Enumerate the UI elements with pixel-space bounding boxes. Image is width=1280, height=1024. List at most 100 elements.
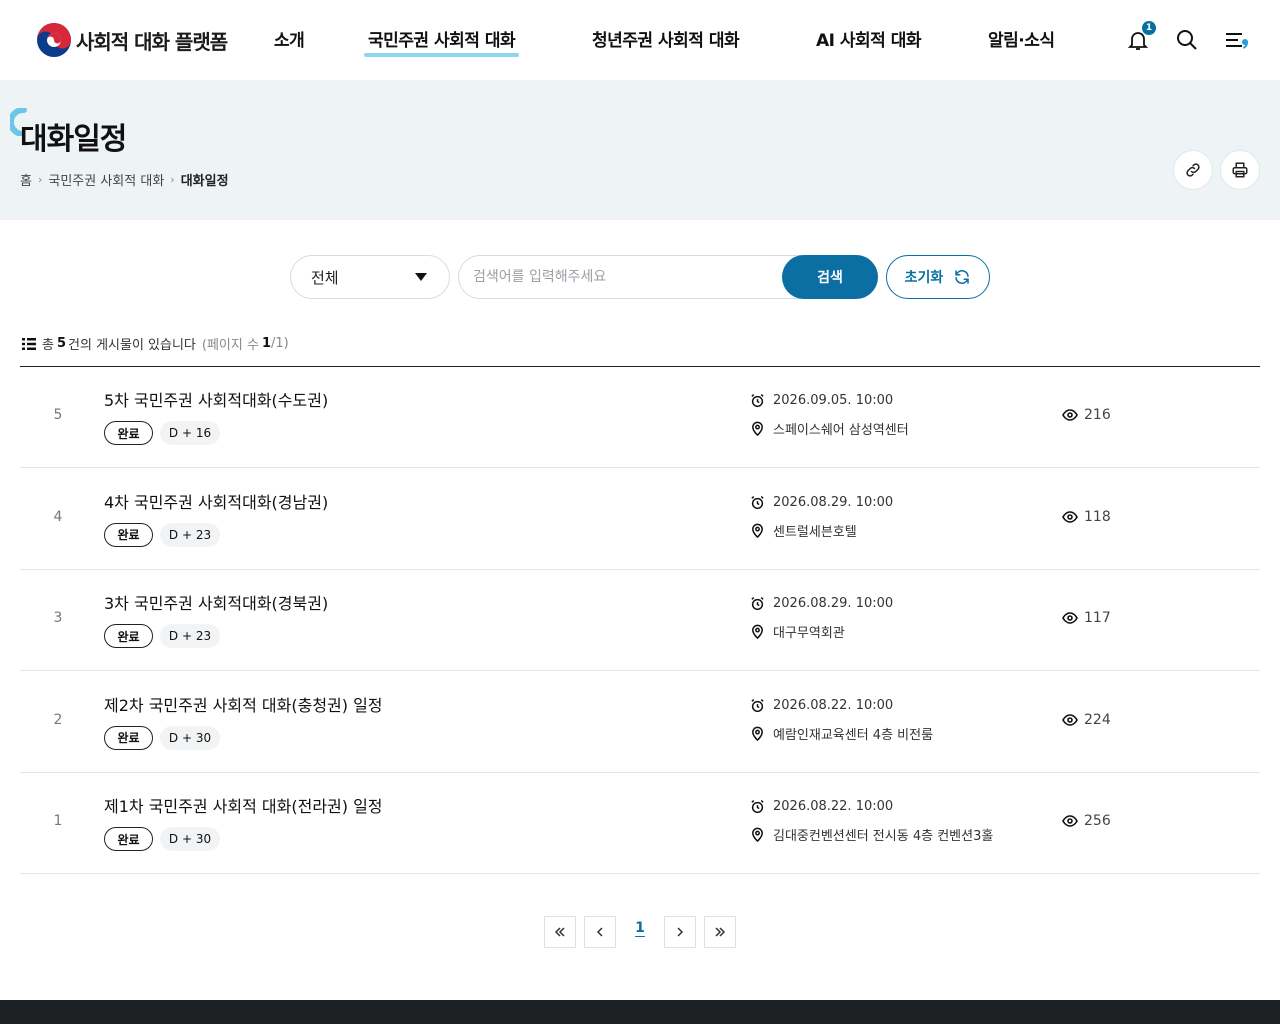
site-header: 사회적 대화 플랫폼 소개 국민주권 사회적 대화 청년주권 사회적 대화 AI… xyxy=(0,0,1280,80)
menu-icon xyxy=(1226,33,1248,49)
row-number: 3 xyxy=(53,610,63,626)
site-footer xyxy=(0,1000,1280,1024)
row-title-link[interactable]: 제1차 국민주권 사회적 대화(전라권) 일정 xyxy=(104,793,383,817)
eye-icon xyxy=(1062,612,1078,624)
first-page-button[interactable] xyxy=(544,916,576,948)
row-title-link[interactable]: 3차 국민주권 사회적대화(경북권) xyxy=(104,590,328,614)
summary-count: 5 xyxy=(56,336,67,351)
nav-item-intro[interactable]: 소개 xyxy=(274,26,305,51)
row-views: 117 xyxy=(1062,610,1111,626)
row-views: 118 xyxy=(1062,509,1111,525)
chevrons-right-icon xyxy=(715,927,726,937)
search-toggle-button[interactable] xyxy=(1173,26,1201,54)
row-views: 216 xyxy=(1062,407,1111,423)
row-place: 김대중컨벤션센터 전시동 4층 컨벤션3홀 xyxy=(750,825,993,844)
chevron-left-icon xyxy=(596,927,603,937)
list-item[interactable]: 1 제1차 국민주권 사회적 대화(전라권) 일정 완료 D + 30 2026.08.… xyxy=(20,773,1260,874)
map-pin-icon xyxy=(752,827,763,842)
row-date: 2026.09.05. 10:00 xyxy=(750,393,893,408)
nav-item-ai-dialogue[interactable]: AI 사회적 대화 xyxy=(816,26,922,51)
search-input[interactable] xyxy=(473,256,773,298)
row-views-count: 117 xyxy=(1084,610,1111,626)
chevrons-left-icon xyxy=(554,927,565,937)
row-title-link[interactable]: 제2차 국민주권 사회적 대화(충청권) 일정 xyxy=(104,692,383,716)
reset-button[interactable]: 초기화 xyxy=(886,255,990,299)
map-pin-icon xyxy=(752,421,763,436)
row-place-text: 스페이스쉐어 삼성역센터 xyxy=(773,423,909,438)
row-place-text: 센트럴세븐호텔 xyxy=(773,524,857,540)
link-icon xyxy=(1186,163,1200,177)
chevron-right-icon: › xyxy=(37,173,43,186)
category-select-value: 전체 xyxy=(311,268,339,287)
eye-icon xyxy=(1062,815,1078,827)
alarm-clock-icon xyxy=(751,800,764,814)
alarm-clock-icon xyxy=(751,394,764,408)
reset-label: 초기화 xyxy=(904,269,944,285)
row-place: 스페이스쉐어 삼성역센터 xyxy=(750,419,909,438)
list-item[interactable]: 2 제2차 국민주권 사회적 대화(충청권) 일정 완료 D + 30 2026.08.… xyxy=(20,672,1260,773)
chevron-right-icon xyxy=(677,927,684,937)
row-place: 센트럴세븐호텔 xyxy=(750,521,857,540)
main-nav: 소개 국민주권 사회적 대화 청년주권 사회적 대화 AI 사회적 대화 알림·… xyxy=(0,26,1280,57)
summary-suffix: 건의 게시물이 있습니다 xyxy=(68,338,196,353)
list-item[interactable]: 3 3차 국민주권 사회적대화(경북권) 완료 D + 23 2026.08.29. 1… xyxy=(20,570,1260,671)
list-item[interactable]: 5 5차 국민주권 사회적대화(수도권) 완료 D + 16 2026.09.05. 1… xyxy=(20,367,1260,468)
nav-item-news[interactable]: 알림·소식 xyxy=(988,26,1055,51)
menu-button[interactable] xyxy=(1222,26,1250,54)
row-views: 256 xyxy=(1062,813,1111,829)
dday-badge: D + 23 xyxy=(160,624,220,648)
status-badge: 완료 xyxy=(104,725,153,750)
row-date-text: 2026.08.29. 10:00 xyxy=(773,494,894,510)
row-views-count: 256 xyxy=(1084,813,1111,829)
status-badge: 완료 xyxy=(104,421,153,445)
summary-page-label: (페이지 수 xyxy=(201,338,259,353)
page-title-band: 대화일정 홈 › 국민주권 사회적 대화 › 대화일정 xyxy=(0,80,1280,220)
row-place-text: 예람인재교육센터 4층 비전룸 xyxy=(773,727,934,743)
nav-item-youth-dialogue[interactable]: 청년주권 사회적 대화 xyxy=(592,26,740,51)
pagination: 1 xyxy=(0,916,1280,948)
last-page-button[interactable] xyxy=(704,916,736,948)
row-views-count: 216 xyxy=(1084,407,1111,423)
row-place-text: 김대중컨벤션센터 전시동 4층 컨벤션3홀 xyxy=(773,829,994,844)
search-button[interactable]: 검색 xyxy=(782,255,878,299)
eye-icon xyxy=(1062,510,1078,523)
row-number: 2 xyxy=(53,711,63,728)
row-title-link[interactable]: 4차 국민주권 사회적대화(경남권) xyxy=(104,489,328,513)
row-date-text: 2026.08.29. 10:00 xyxy=(773,596,894,611)
status-badge: 완료 xyxy=(104,522,153,547)
row-views: 224 xyxy=(1062,712,1111,728)
row-views-count: 224 xyxy=(1084,711,1111,728)
alarm-clock-icon xyxy=(751,597,764,611)
result-summary: 총 5 건의 게시물이 있습니다 (페이지 수 1 /1) xyxy=(22,334,289,353)
category-select[interactable]: 전체 xyxy=(290,255,450,299)
next-page-button[interactable] xyxy=(664,916,696,948)
breadcrumb: 홈 › 국민주권 사회적 대화 › 대화일정 xyxy=(20,170,229,189)
dday-badge: D + 30 xyxy=(160,827,220,851)
row-number: 4 xyxy=(53,508,63,525)
summary-prefix: 총 xyxy=(42,338,54,353)
notification-button[interactable]: 1 xyxy=(1124,21,1156,54)
prev-page-button[interactable] xyxy=(584,916,616,948)
printer-icon xyxy=(1232,162,1248,178)
row-number: 1 xyxy=(53,813,63,829)
breadcrumb-section[interactable]: 국민주권 사회적 대화 xyxy=(48,170,164,189)
page-title: 대화일정 xyxy=(20,122,127,157)
eye-icon xyxy=(1062,409,1078,421)
copy-link-button[interactable] xyxy=(1173,150,1213,190)
map-pin-icon xyxy=(752,624,763,639)
eye-icon xyxy=(1062,713,1078,726)
row-views-count: 118 xyxy=(1084,508,1111,525)
nav-item-national-dialogue[interactable]: 국민주권 사회적 대화 xyxy=(363,26,520,57)
row-place: 대구무역회관 xyxy=(750,622,845,641)
page-number[interactable]: 1 xyxy=(628,920,652,936)
list-icon xyxy=(22,337,36,350)
refresh-icon xyxy=(955,270,970,284)
map-pin-icon xyxy=(752,726,763,741)
print-button[interactable] xyxy=(1220,150,1260,190)
breadcrumb-current: 대화일정 xyxy=(180,174,229,189)
list-item[interactable]: 4 4차 국민주권 사회적대화(경남권) 완료 D + 23 2026.08.29. 1… xyxy=(20,469,1260,570)
row-title-link[interactable]: 5차 국민주권 사회적대화(수도권) xyxy=(104,387,328,411)
row-date-text: 2026.08.22. 10:00 xyxy=(773,697,894,713)
breadcrumb-home[interactable]: 홈 xyxy=(20,170,32,189)
row-number: 5 xyxy=(53,407,63,423)
